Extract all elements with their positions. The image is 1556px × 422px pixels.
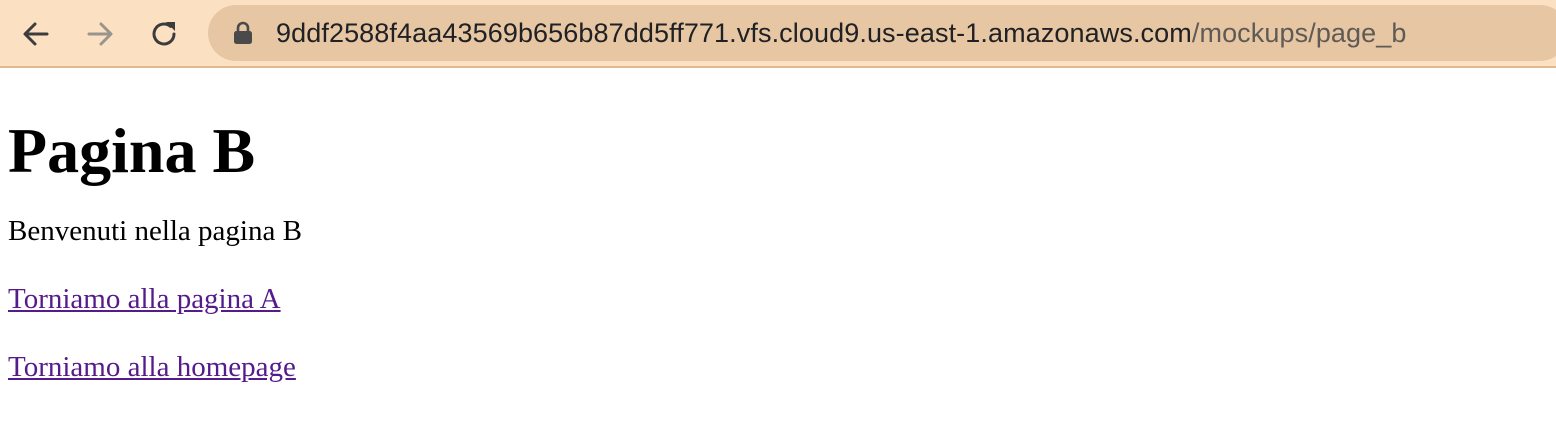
reload-icon [152, 22, 176, 46]
link-back-to-page-a[interactable]: Torniamo alla pagina A [8, 283, 281, 315]
forward-button[interactable] [78, 12, 122, 56]
browser-toolbar: 9ddf2588f4aa43569b656b87dd5ff771.vfs.clo… [0, 0, 1556, 68]
back-button[interactable] [14, 12, 58, 56]
arrow-right-icon [87, 22, 113, 46]
page-content: Pagina B Benvenuti nella pagina B Tornia… [8, 70, 302, 384]
link-back-to-homepage[interactable]: Torniamo alla homepage [8, 351, 296, 383]
url-path: /mockups/page_b [1191, 18, 1407, 48]
link-paragraph-homepage: Torniamo alla homepage [8, 350, 302, 384]
address-bar[interactable]: 9ddf2588f4aa43569b656b87dd5ff771.vfs.clo… [208, 5, 1556, 61]
link-paragraph-page-a: Torniamo alla pagina A [8, 282, 302, 316]
address-url[interactable]: 9ddf2588f4aa43569b656b87dd5ff771.vfs.clo… [276, 5, 1407, 61]
lock-icon[interactable] [232, 21, 254, 45]
url-host: 9ddf2588f4aa43569b656b87dd5ff771.vfs.clo… [276, 18, 1192, 48]
arrow-left-icon [23, 22, 49, 46]
reload-button[interactable] [142, 12, 186, 56]
page-title: Pagina B [8, 115, 256, 186]
welcome-text: Benvenuti nella pagina B [8, 215, 302, 247]
